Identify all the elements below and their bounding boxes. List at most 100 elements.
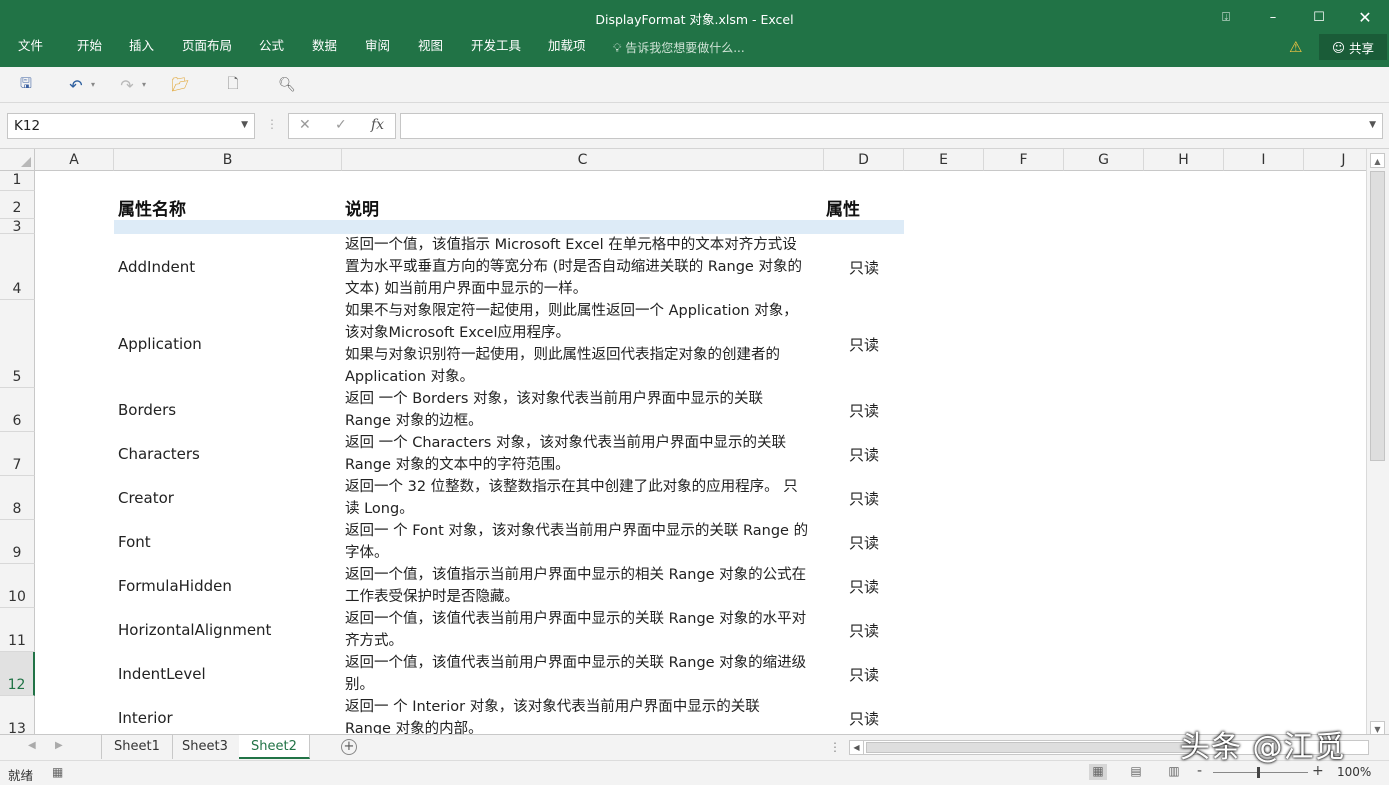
share-button[interactable]: ☺ 共享 xyxy=(1319,34,1387,60)
column-header-i[interactable]: I xyxy=(1224,149,1304,171)
row-header-12[interactable]: 12 xyxy=(0,652,35,696)
open-folder-icon[interactable]: 📂︎ xyxy=(170,75,190,95)
macro-record-icon[interactable]: ▦ xyxy=(52,765,63,779)
zoom-slider-handle[interactable] xyxy=(1257,767,1260,778)
column-header-a[interactable]: A xyxy=(35,149,114,171)
vertical-scrollbar[interactable]: ▲ ▼ xyxy=(1366,149,1389,736)
close-icon[interactable]: ✕ xyxy=(1342,0,1388,34)
tab-page-layout[interactable]: 页面布局 xyxy=(182,39,232,53)
property-cell[interactable]: 只读 xyxy=(849,620,879,641)
name-cell[interactable]: Application xyxy=(118,333,202,355)
tab-view[interactable]: 视图 xyxy=(418,39,443,53)
row-header-11[interactable]: 11 xyxy=(0,608,35,652)
row-header-13[interactable]: 13 xyxy=(0,696,35,734)
row-header-9[interactable]: 9 xyxy=(0,520,35,564)
tell-me-box[interactable]: 💡︎ 告诉我您想要做什么... xyxy=(613,39,745,56)
undo-icon[interactable]: ↶ xyxy=(66,75,86,95)
tab-file[interactable]: 文件 xyxy=(18,39,43,53)
column-header-d[interactable]: D xyxy=(824,149,904,171)
row-header-10[interactable]: 10 xyxy=(0,564,35,608)
ribbon-display-options-icon[interactable]: ⍗ xyxy=(1203,0,1249,34)
enter-icon[interactable]: ✓ xyxy=(335,117,347,133)
property-cell[interactable]: 只读 xyxy=(849,664,879,685)
row-header-3[interactable]: 3 xyxy=(0,219,35,234)
description-cell[interactable]: 返回 一个 Borders 对象，该对象代表当前用户界面中显示的关联 Range… xyxy=(345,388,823,432)
minimize-icon[interactable]: – xyxy=(1250,0,1296,34)
row-header-5[interactable]: 5 xyxy=(0,300,35,388)
name-cell[interactable]: Interior xyxy=(118,707,173,729)
header-name-cell[interactable]: 属性名称 xyxy=(118,195,186,220)
tab-data[interactable]: 数据 xyxy=(312,39,337,53)
column-header-b[interactable]: B xyxy=(114,149,342,171)
normal-view-icon[interactable]: ▦ xyxy=(1089,764,1107,780)
select-all-button[interactable] xyxy=(0,149,35,171)
property-cell[interactable]: 只读 xyxy=(849,488,879,509)
description-cell[interactable]: 返回一个值，该值指示 Microsoft Excel 在单元格中的文本对齐方式设… xyxy=(345,234,823,300)
tab-insert[interactable]: 插入 xyxy=(129,39,154,53)
horizontal-scroll-thumb[interactable] xyxy=(866,742,1196,753)
property-cell[interactable]: 只读 xyxy=(849,708,879,729)
name-cell[interactable]: Creator xyxy=(118,487,174,509)
row-header-8[interactable]: 8 xyxy=(0,476,35,520)
redo-dropdown-icon[interactable]: ▾ xyxy=(142,80,146,89)
tab-review[interactable]: 审阅 xyxy=(365,39,390,53)
description-cell[interactable]: 返回一个值，该值代表当前用户界面中显示的关联 Range 对象的缩进级 别。 xyxy=(345,652,823,696)
sheet-prev-icon[interactable]: ◀ xyxy=(28,740,36,751)
row-header-7[interactable]: 7 xyxy=(0,432,35,476)
property-cell[interactable]: 只读 xyxy=(849,334,879,355)
row-header-6[interactable]: 6 xyxy=(0,388,35,432)
zoom-level[interactable]: 100% xyxy=(1337,765,1371,779)
expand-formula-icon[interactable]: ▼ xyxy=(1369,120,1376,130)
row-header-1[interactable]: 1 xyxy=(0,171,35,191)
row-header-4[interactable]: 4 xyxy=(0,234,35,300)
tab-developer[interactable]: 开发工具 xyxy=(471,39,521,53)
column-header-e[interactable]: E xyxy=(904,149,984,171)
column-header-h[interactable]: H xyxy=(1144,149,1224,171)
tab-home[interactable]: 开始 xyxy=(77,39,102,53)
description-cell[interactable]: 返回一个值，该值指示当前用户界面中显示的相关 Range 对象的公式在 工作表受… xyxy=(345,564,823,608)
print-preview-icon[interactable]: 🔍︎ xyxy=(277,75,297,95)
description-cell[interactable]: 返回一 个 Interior 对象，该对象代表当前用户界面中显示的关联 Rang… xyxy=(345,696,823,734)
formula-input[interactable]: ▼ xyxy=(400,113,1383,139)
add-sheet-icon[interactable]: + xyxy=(341,739,357,755)
description-cell[interactable]: 返回 一个 Characters 对象，该对象代表当前用户界面中显示的关联 Ra… xyxy=(345,432,823,476)
scroll-up-icon[interactable]: ▲ xyxy=(1370,153,1385,168)
column-header-j[interactable]: J xyxy=(1304,149,1366,171)
column-header-g[interactable]: G xyxy=(1064,149,1144,171)
description-cell[interactable]: 如果不与对象限定符一起使用，则此属性返回一个 Application 对象， 该… xyxy=(345,300,823,388)
property-cell[interactable]: 只读 xyxy=(849,532,879,553)
insert-function-icon[interactable]: fx xyxy=(371,117,384,133)
warning-icon[interactable]: ⚠ xyxy=(1289,38,1302,56)
sheet-next-icon[interactable]: ▶ xyxy=(55,740,63,751)
header-property-cell[interactable]: 属性 xyxy=(826,195,860,220)
name-cell[interactable]: Font xyxy=(118,531,151,553)
description-cell[interactable]: 返回一个 32 位整数，该整数指示在其中创建了此对象的应用程序。 只 读 Lon… xyxy=(345,476,823,520)
sheet-tab-sheet2[interactable]: Sheet2 xyxy=(239,735,310,759)
name-cell[interactable]: Characters xyxy=(118,443,200,465)
page-layout-view-icon[interactable]: ▤ xyxy=(1127,764,1145,780)
tab-addins[interactable]: 加载项 xyxy=(548,39,586,53)
property-cell[interactable]: 只读 xyxy=(849,400,879,421)
property-cell[interactable]: 只读 xyxy=(849,576,879,597)
column-header-f[interactable]: F xyxy=(984,149,1064,171)
splitter-icon[interactable]: ⋮ xyxy=(266,117,278,131)
redo-icon[interactable]: ↷ xyxy=(117,75,137,95)
sheet-tab-sheet3[interactable]: Sheet3 xyxy=(170,735,241,759)
header-description-cell[interactable]: 说明 xyxy=(345,195,379,220)
scroll-thumb[interactable] xyxy=(1370,171,1385,461)
property-cell[interactable]: 只读 xyxy=(849,444,879,465)
name-cell[interactable]: HorizontalAlignment xyxy=(118,619,271,641)
cancel-icon[interactable]: ✕ xyxy=(299,117,311,133)
scroll-left-icon[interactable]: ◀ xyxy=(850,741,864,754)
name-cell[interactable]: AddIndent xyxy=(118,256,195,278)
maximize-icon[interactable]: ☐ xyxy=(1296,0,1342,34)
tab-formulas[interactable]: 公式 xyxy=(259,39,284,53)
row-header-2[interactable]: 2 xyxy=(0,191,35,219)
name-cell[interactable]: IndentLevel xyxy=(118,663,206,685)
page-break-view-icon[interactable]: ▥ xyxy=(1165,764,1183,780)
sheet-tab-sheet1[interactable]: Sheet1 xyxy=(101,735,173,759)
name-cell[interactable]: FormulaHidden xyxy=(118,575,232,597)
column-header-c[interactable]: C xyxy=(342,149,824,171)
property-cell[interactable]: 只读 xyxy=(849,257,879,278)
save-icon[interactable]: 🖫︎ xyxy=(16,75,36,95)
